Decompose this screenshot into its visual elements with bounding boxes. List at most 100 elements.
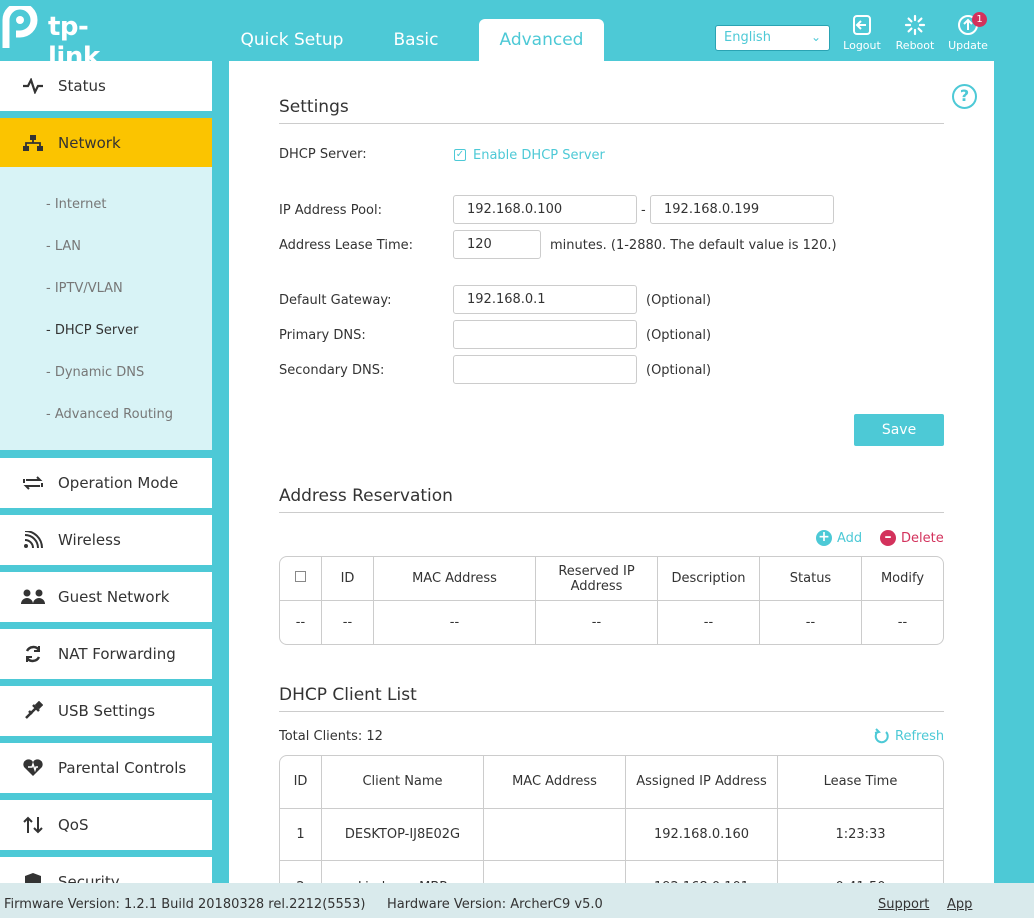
table-header-row: ID Client Name MAC Address Assigned IP A… (280, 756, 943, 809)
logout-icon (853, 15, 871, 35)
network-icon (0, 134, 58, 152)
tp-link-logo-icon (2, 2, 38, 48)
table-cell: -- (536, 601, 658, 644)
sidebar-item-network[interactable]: Network (0, 118, 212, 168)
support-link[interactable]: Support (878, 897, 929, 912)
select-all-cell (280, 557, 322, 601)
secondary-dns-label: Secondary DNS: (279, 363, 385, 378)
select-all-checkbox[interactable] (295, 571, 306, 582)
pool-dash: - (641, 203, 646, 218)
update-button[interactable]: Update 1 (944, 12, 992, 52)
sidebar-item-wireless[interactable]: Wireless (0, 515, 212, 565)
submenu-item-internet[interactable]: - Internet (46, 197, 106, 212)
table-cell: DESKTOP-IJ8E02G (322, 808, 484, 862)
reservation-table: ID MAC Address Reserved IP Address Descr… (279, 556, 944, 645)
app-link[interactable]: App (947, 897, 972, 912)
firmware-version: Firmware Version: 1.2.1 Build 20180328 r… (4, 897, 366, 912)
chevron-down-icon: ⌄ (810, 30, 821, 44)
sidebar-item-label: Status (58, 77, 106, 95)
primary-dns-input[interactable] (453, 320, 637, 349)
sidebar-item-operation-mode[interactable]: Operation Mode (0, 458, 212, 508)
help-icon[interactable]: ? (952, 84, 977, 109)
table-header-row: ID MAC Address Reserved IP Address Descr… (280, 557, 943, 601)
sidebar-item-label: Operation Mode (58, 474, 179, 492)
language-value: English (724, 30, 771, 45)
table-cell: -- (897, 615, 908, 630)
sidebar-item-guest-network[interactable]: Guest Network (0, 572, 212, 622)
optional-note: (Optional) (646, 293, 712, 308)
sidebar-item-label: Guest Network (58, 588, 170, 606)
submenu-item-iptv-vlan[interactable]: - IPTV/VLAN (46, 281, 123, 296)
enable-dhcp-checkbox[interactable]: ✓ (454, 149, 466, 161)
network-submenu: - Internet - LAN - IPTV/VLAN - DHCP Serv… (0, 167, 212, 450)
swap-icon (0, 474, 58, 492)
table-cell: -- (374, 601, 536, 644)
default-gateway-input[interactable]: 192.168.0.1 (453, 285, 637, 314)
table-cell: -- (760, 601, 862, 644)
table-row: 1 DESKTOP-IJ8E02G 192.168.0.160 1:23:33 (280, 808, 943, 862)
qos-icon (0, 815, 58, 835)
dhcp-server-label: DHCP Server: (279, 147, 367, 162)
hardware-version: Hardware Version: ArcherC9 v5.0 (387, 897, 603, 912)
secondary-dns-input[interactable] (453, 355, 637, 384)
tab-basic[interactable]: Basic (358, 19, 474, 61)
divider (279, 512, 944, 513)
submenu-item-advanced-routing[interactable]: - Advanced Routing (46, 407, 173, 422)
table-cell: -- (280, 601, 322, 644)
column-header: MAC Address (374, 557, 536, 601)
reboot-label: Reboot (895, 39, 935, 52)
tab-quick-setup[interactable]: Quick Setup (226, 19, 358, 61)
address-reservation-title: Address Reservation (279, 486, 453, 506)
logout-label: Logout (843, 39, 881, 52)
divider (279, 123, 944, 124)
nat-icon (0, 644, 58, 664)
default-gateway-label: Default Gateway: (279, 293, 392, 308)
submenu-item-dynamic-dns[interactable]: - Dynamic DNS (46, 365, 144, 380)
refresh-button[interactable]: Refresh (874, 728, 944, 744)
save-button[interactable]: Save (854, 414, 944, 446)
column-header: Modify (862, 557, 943, 601)
footer: Firmware Version: 1.2.1 Build 20180328 r… (0, 883, 1034, 918)
lease-time-label: Address Lease Time: (279, 238, 413, 253)
settings-title: Settings (279, 97, 349, 117)
guest-icon (0, 588, 58, 606)
submenu-item-lan[interactable]: - LAN (46, 239, 81, 254)
tp-link-logo: tp-link (0, 2, 130, 72)
sidebar-item-parental-controls[interactable]: Parental Controls (0, 743, 212, 793)
primary-dns-label: Primary DNS: (279, 328, 366, 343)
plus-icon: + (816, 530, 832, 546)
update-label: Update (948, 39, 988, 52)
sidebar-item-label: QoS (58, 816, 89, 834)
language-select[interactable]: English ⌄ (715, 25, 830, 51)
ip-pool-label: IP Address Pool: (279, 203, 382, 218)
sidebar-item-nat-forwarding[interactable]: NAT Forwarding (0, 629, 212, 679)
reboot-button[interactable]: Reboot (891, 14, 939, 52)
refresh-label: Refresh (895, 728, 945, 744)
column-header: MAC Address (484, 756, 626, 809)
divider (279, 711, 944, 712)
logout-button[interactable]: Logout (838, 14, 886, 52)
enable-dhcp-label[interactable]: Enable DHCP Server (473, 148, 605, 163)
delete-label: Delete (901, 530, 944, 546)
sidebar-item-label: NAT Forwarding (58, 645, 176, 663)
lease-time-input[interactable]: 120 (453, 230, 541, 259)
heart-icon (0, 758, 58, 778)
ip-pool-end-input[interactable]: 192.168.0.199 (650, 195, 834, 224)
sidebar-item-label: Parental Controls (58, 759, 187, 777)
column-header: Status (760, 557, 862, 601)
table-cell: 1:23:33 (778, 809, 943, 862)
reboot-icon (904, 14, 926, 36)
table-row: -- -- -- -- -- -- -- (280, 601, 943, 644)
ip-pool-start-input[interactable]: 192.168.0.100 (453, 195, 637, 224)
submenu-item-dhcp-server[interactable]: - DHCP Server (46, 323, 138, 338)
sidebar-item-status[interactable]: Status (0, 61, 212, 111)
tab-advanced[interactable]: Advanced (479, 19, 604, 61)
add-label: Add (837, 530, 863, 546)
refresh-icon (874, 728, 889, 744)
sidebar-item-qos[interactable]: QoS (0, 800, 212, 850)
column-header: Assigned IP Address (626, 756, 778, 809)
add-button[interactable]: + Add (816, 530, 862, 546)
minus-icon: – (880, 530, 896, 546)
delete-button[interactable]: – Delete (880, 530, 944, 546)
sidebar-item-usb-settings[interactable]: USB Settings (0, 686, 212, 736)
